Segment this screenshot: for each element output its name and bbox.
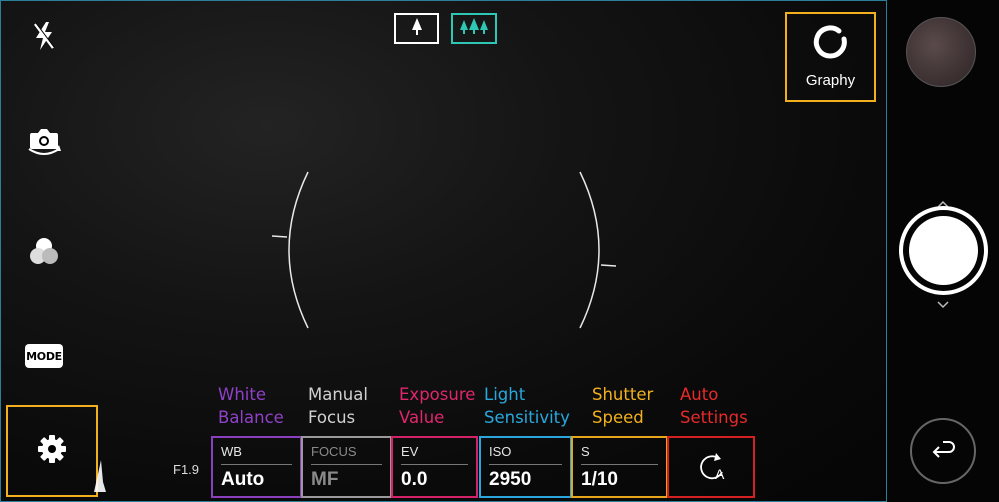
mode-button[interactable]: MODE xyxy=(25,344,63,368)
graphy-label: Graphy xyxy=(805,72,856,89)
aperture-label: F1.9 xyxy=(173,462,200,477)
shutter-speed-value: 1/10 xyxy=(581,469,618,490)
annotation-line2: Speed xyxy=(592,408,644,427)
wb-value: Auto xyxy=(221,469,265,490)
wb-control[interactable]: WB Auto xyxy=(211,436,302,498)
annotation-manual-focus: Manual Focus xyxy=(308,383,368,429)
shutter-speed-control[interactable]: S 1/10 xyxy=(571,436,668,498)
filter-button[interactable] xyxy=(22,233,66,273)
annotation-line1: Exposure xyxy=(399,385,476,404)
back-button[interactable] xyxy=(910,418,976,484)
annotation-light-sensitivity: Light Sensitivity xyxy=(484,383,570,429)
multi-view-toggle[interactable] xyxy=(451,13,497,44)
annotation-line2: Balance xyxy=(218,408,284,427)
single-view-toggle[interactable] xyxy=(394,13,439,44)
switch-camera-icon xyxy=(25,125,63,164)
settings-button[interactable] xyxy=(6,405,98,497)
annotation-line1: Light xyxy=(484,385,526,404)
annotation-line2: Settings xyxy=(680,408,748,427)
annotation-auto-settings: Auto Settings xyxy=(680,383,748,429)
annotation-line1: Manual xyxy=(308,385,368,404)
annotation-exposure-value: Exposure Value xyxy=(399,383,475,429)
graphy-button[interactable]: Graphy xyxy=(785,12,876,102)
back-arrow-icon xyxy=(929,438,957,465)
shutter-button[interactable] xyxy=(899,206,988,295)
focus-value: MF xyxy=(311,469,339,490)
histogram xyxy=(94,460,106,492)
annotation-shutter-speed: Shutter Speed xyxy=(592,383,653,429)
iso-value: 2950 xyxy=(489,469,532,490)
shutter-speed-label: S xyxy=(581,444,590,459)
auto-reset-icon: A xyxy=(694,450,728,484)
annotation-white-balance: White Balance xyxy=(218,383,284,429)
annotation-line2: Sensitivity xyxy=(484,408,570,427)
flash-button[interactable] xyxy=(22,18,66,58)
annotation-line1: Shutter xyxy=(592,385,654,404)
auto-settings-button[interactable]: A xyxy=(667,436,755,498)
iso-label: ISO xyxy=(489,444,512,459)
ev-control[interactable]: EV 0.0 xyxy=(391,436,478,498)
wb-label: WB xyxy=(221,444,242,459)
focus-label: FOCUS xyxy=(311,444,357,459)
shutter-icon xyxy=(909,216,978,285)
gear-icon xyxy=(37,434,67,469)
ev-value: 0.0 xyxy=(401,469,428,490)
filter-icon xyxy=(28,236,60,271)
annotation-line2: Focus xyxy=(308,408,356,427)
focus-control[interactable]: FOCUS MF xyxy=(301,436,392,498)
annotation-line2: Value xyxy=(399,408,445,427)
annotation-line1: Auto xyxy=(680,385,719,404)
switch-camera-button[interactable] xyxy=(22,124,66,164)
annotation-line1: White xyxy=(218,385,266,404)
auto-letter: A xyxy=(715,466,725,482)
flash-off-icon xyxy=(31,20,57,57)
chevron-down-icon xyxy=(936,296,950,314)
graphy-ring-icon xyxy=(813,25,849,66)
tree-single-icon xyxy=(410,16,424,41)
tree-multi-icon xyxy=(459,16,489,41)
ev-label: EV xyxy=(401,444,419,459)
iso-control[interactable]: ISO 2950 xyxy=(479,436,572,498)
mode-label: MODE xyxy=(26,349,62,363)
gallery-thumbnail[interactable] xyxy=(906,17,976,87)
